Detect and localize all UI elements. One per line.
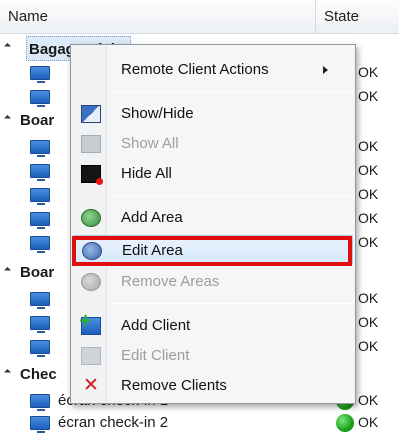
remove-clients-icon xyxy=(81,374,101,396)
edit-client-icon xyxy=(81,347,101,365)
table-row[interactable]: écran check-in 2 OK xyxy=(0,410,399,434)
client-label: écran check-in 2 xyxy=(58,414,169,431)
status-text: OK xyxy=(358,290,379,306)
menu-item-add-area[interactable]: Add Area xyxy=(73,203,353,233)
monitor-icon xyxy=(30,340,50,357)
expand-arrow-icon[interactable] xyxy=(3,266,12,275)
status-text: OK xyxy=(358,414,379,430)
status-text: OK xyxy=(358,88,379,104)
menu-item-edit-area[interactable]: Edit Area xyxy=(73,235,353,265)
monitor-icon xyxy=(30,316,50,333)
menu-item-label: Add Area xyxy=(121,209,183,226)
menu-item-remove-areas[interactable]: Remove Areas xyxy=(73,267,353,297)
menu-item-remove-clients[interactable]: Remove Clients xyxy=(73,371,353,401)
menu-item-edit-client[interactable]: Edit Client xyxy=(73,341,353,371)
menu-item-label: Add Client xyxy=(121,317,191,334)
status-text: OK xyxy=(358,338,379,354)
status-text: OK xyxy=(358,162,379,178)
group-label: Boar xyxy=(20,112,55,129)
monitor-icon xyxy=(30,212,50,229)
status-text: OK xyxy=(358,64,379,80)
menu-separator xyxy=(111,91,351,92)
remove-areas-icon xyxy=(81,273,101,291)
edit-area-icon xyxy=(82,242,102,260)
expand-arrow-icon[interactable] xyxy=(3,42,12,51)
menu-item-label: Show/Hide xyxy=(121,105,194,122)
menu-separator xyxy=(111,303,351,304)
monitor-icon xyxy=(30,236,50,253)
add-client-icon xyxy=(78,310,101,335)
group-label: Boar xyxy=(20,264,55,281)
menu-item-add-client[interactable]: Add Client xyxy=(73,310,353,341)
status-text: OK xyxy=(358,138,379,154)
status-text: OK xyxy=(358,186,379,202)
monitor-icon xyxy=(30,416,50,433)
status-ok-icon xyxy=(336,414,354,432)
column-header-state[interactable]: State xyxy=(316,0,399,34)
menu-item-label: Edit Client xyxy=(121,347,190,364)
menu-item-show-hide[interactable]: Show/Hide xyxy=(73,99,353,129)
column-header-name[interactable]: Name xyxy=(0,0,316,34)
hide-all-icon xyxy=(81,165,103,185)
expand-arrow-icon[interactable] xyxy=(3,368,12,377)
menu-item-label: Remove Areas xyxy=(121,273,220,290)
monitor-icon xyxy=(30,66,50,83)
monitor-icon xyxy=(30,90,50,107)
menu-separator xyxy=(111,195,351,196)
group-label: Chec xyxy=(20,366,57,383)
status-text: OK xyxy=(358,210,379,226)
monitor-icon xyxy=(30,188,50,205)
menu-item-label: Hide All xyxy=(121,165,172,182)
monitor-icon xyxy=(30,394,50,411)
submenu-arrow-icon xyxy=(323,66,328,74)
monitor-icon xyxy=(30,140,50,157)
menu-item-label: Remote Client Actions xyxy=(121,61,269,78)
status-text: OK xyxy=(358,234,379,250)
menu-item-hide-all[interactable]: Hide All xyxy=(73,159,353,189)
monitor-icon xyxy=(30,292,50,309)
menu-item-remote-client-actions[interactable]: Remote Client Actions xyxy=(73,55,353,85)
menu-item-label: Show All xyxy=(121,135,179,152)
status-text: OK xyxy=(358,314,379,330)
menu-item-label: Edit Area xyxy=(122,242,183,259)
menu-item-show-all[interactable]: Show All xyxy=(73,129,353,159)
show-hide-icon xyxy=(81,105,101,123)
menu-item-label: Remove Clients xyxy=(121,377,227,394)
context-menu: Remote Client Actions Show/Hide Show All… xyxy=(70,44,356,404)
monitor-icon xyxy=(30,164,50,181)
grid-header: Name State xyxy=(0,0,399,34)
expand-arrow-icon[interactable] xyxy=(3,114,12,123)
add-area-icon xyxy=(81,209,101,227)
show-all-icon xyxy=(81,135,101,153)
